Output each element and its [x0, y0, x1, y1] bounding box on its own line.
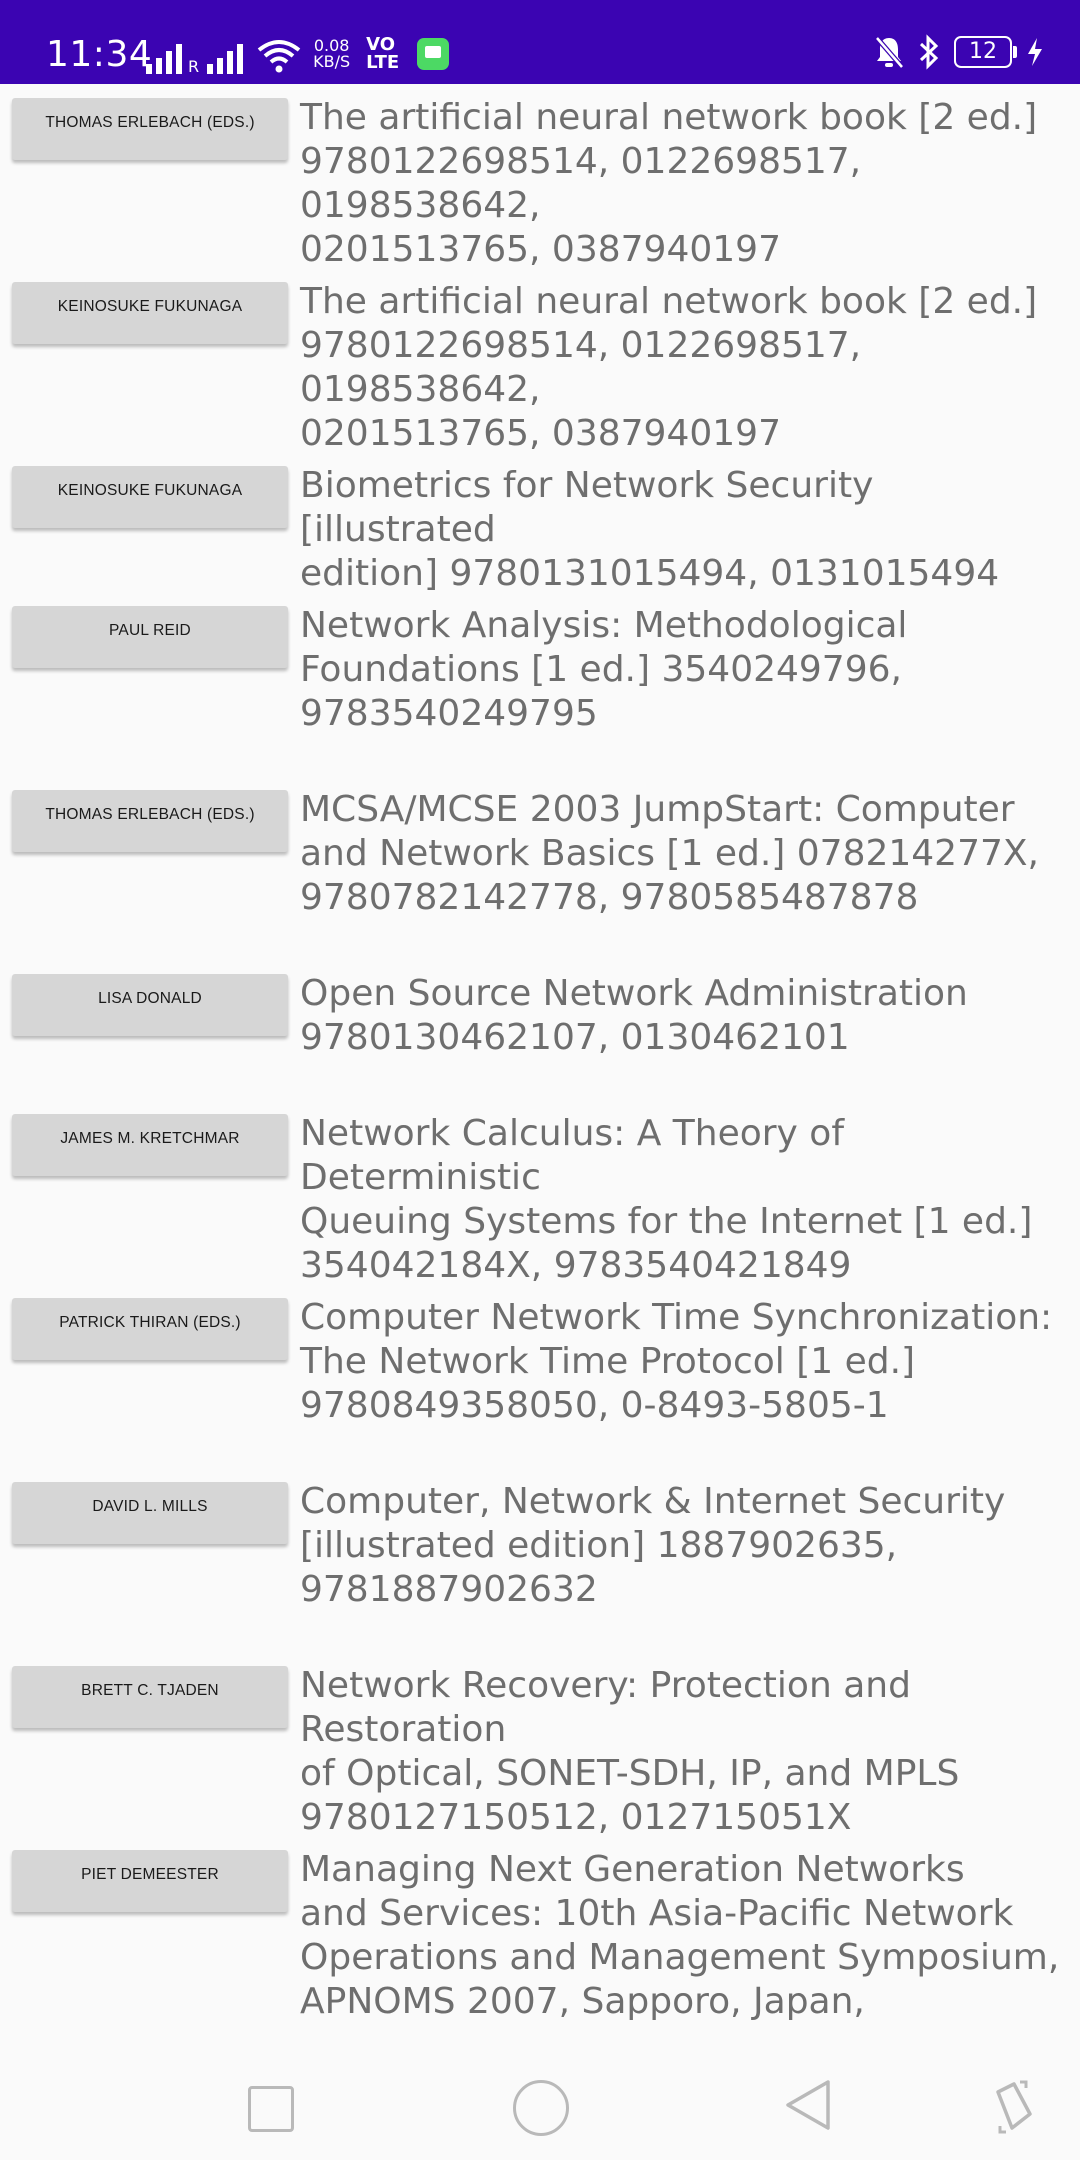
book-title: Biometrics for Network Security [illustr…	[300, 465, 1000, 594]
charging-bolt-icon	[1028, 38, 1042, 66]
book-title: The artificial neural network book [2 ed…	[300, 97, 1038, 270]
status-bar: 11:34 R 0.08 KB/S VO LTE 12	[0, 0, 1080, 84]
author-button[interactable]: JAMES M. KRETCHMAR	[12, 1114, 288, 1176]
recents-square-icon[interactable]	[248, 2086, 294, 2132]
wifi-icon	[257, 40, 301, 73]
status-right-icons: 12	[874, 34, 1044, 70]
author-button[interactable]: BRETT C. TJADEN	[12, 1666, 288, 1728]
status-time: 11:34	[46, 34, 153, 75]
network-speed-unit: KB/S	[313, 52, 351, 71]
author-button[interactable]: PIET DEMEESTER	[12, 1850, 288, 1912]
author-button[interactable]: THOMAS ERLEBACH (EDS.)	[12, 98, 288, 160]
book-title: The artificial neural network book [2 ed…	[300, 281, 1038, 454]
author-button[interactable]: PAUL REID	[12, 606, 288, 668]
signal-strength-icon	[146, 40, 182, 74]
bell-muted-icon	[875, 36, 904, 69]
book-title: Managing Next Generation Networks and Se…	[300, 1849, 1060, 2020]
status-left-icons: R 0.08 KB/S VO LTE	[146, 30, 450, 76]
network-speed: 0.08 KB/S	[313, 38, 350, 70]
home-circle-icon[interactable]	[513, 2080, 569, 2136]
rotate-icon[interactable]	[990, 2078, 1036, 2136]
author-button[interactable]: DAVID L. MILLS	[12, 1482, 288, 1544]
book-title: Computer Network Time Synchronization: T…	[300, 1297, 1053, 1426]
signal-strength-icon-2	[207, 40, 244, 74]
back-triangle-icon[interactable]	[784, 2078, 832, 2132]
bluetooth-icon	[919, 34, 939, 70]
author-button[interactable]: KEINOSUKE FUKUNAGA	[12, 466, 288, 528]
book-title: Open Source Network Administration 97801…	[300, 973, 968, 1058]
book-list[interactable]: THOMAS ERLEBACH (EDS.) The artificial ne…	[0, 84, 1080, 2020]
book-title: Network Recovery: Protection and Restora…	[300, 1665, 960, 1838]
battery-level: 12	[969, 39, 997, 64]
book-title: Network Calculus: A Theory of Determinis…	[300, 1113, 1033, 1286]
roaming-indicator: R	[188, 57, 200, 76]
author-button[interactable]: PATRICK THIRAN (EDS.)	[12, 1298, 288, 1360]
message-notification-icon	[417, 38, 450, 70]
volte-bottom-label: LTE	[366, 52, 400, 73]
book-title: Network Analysis: Methodological Foundat…	[300, 605, 908, 734]
author-button[interactable]: LISA DONALD	[12, 974, 288, 1036]
book-title: Computer, Network & Internet Security [i…	[300, 1481, 1006, 1610]
navigation-bar	[0, 2020, 1080, 2160]
volte-icon: VO LTE	[366, 36, 399, 72]
author-button[interactable]: KEINOSUKE FUKUNAGA	[12, 282, 288, 344]
battery-icon: 12	[954, 36, 1017, 68]
book-title: MCSA/MCSE 2003 JumpStart: Computer and N…	[300, 789, 1040, 918]
author-button[interactable]: THOMAS ERLEBACH (EDS.)	[12, 790, 288, 852]
